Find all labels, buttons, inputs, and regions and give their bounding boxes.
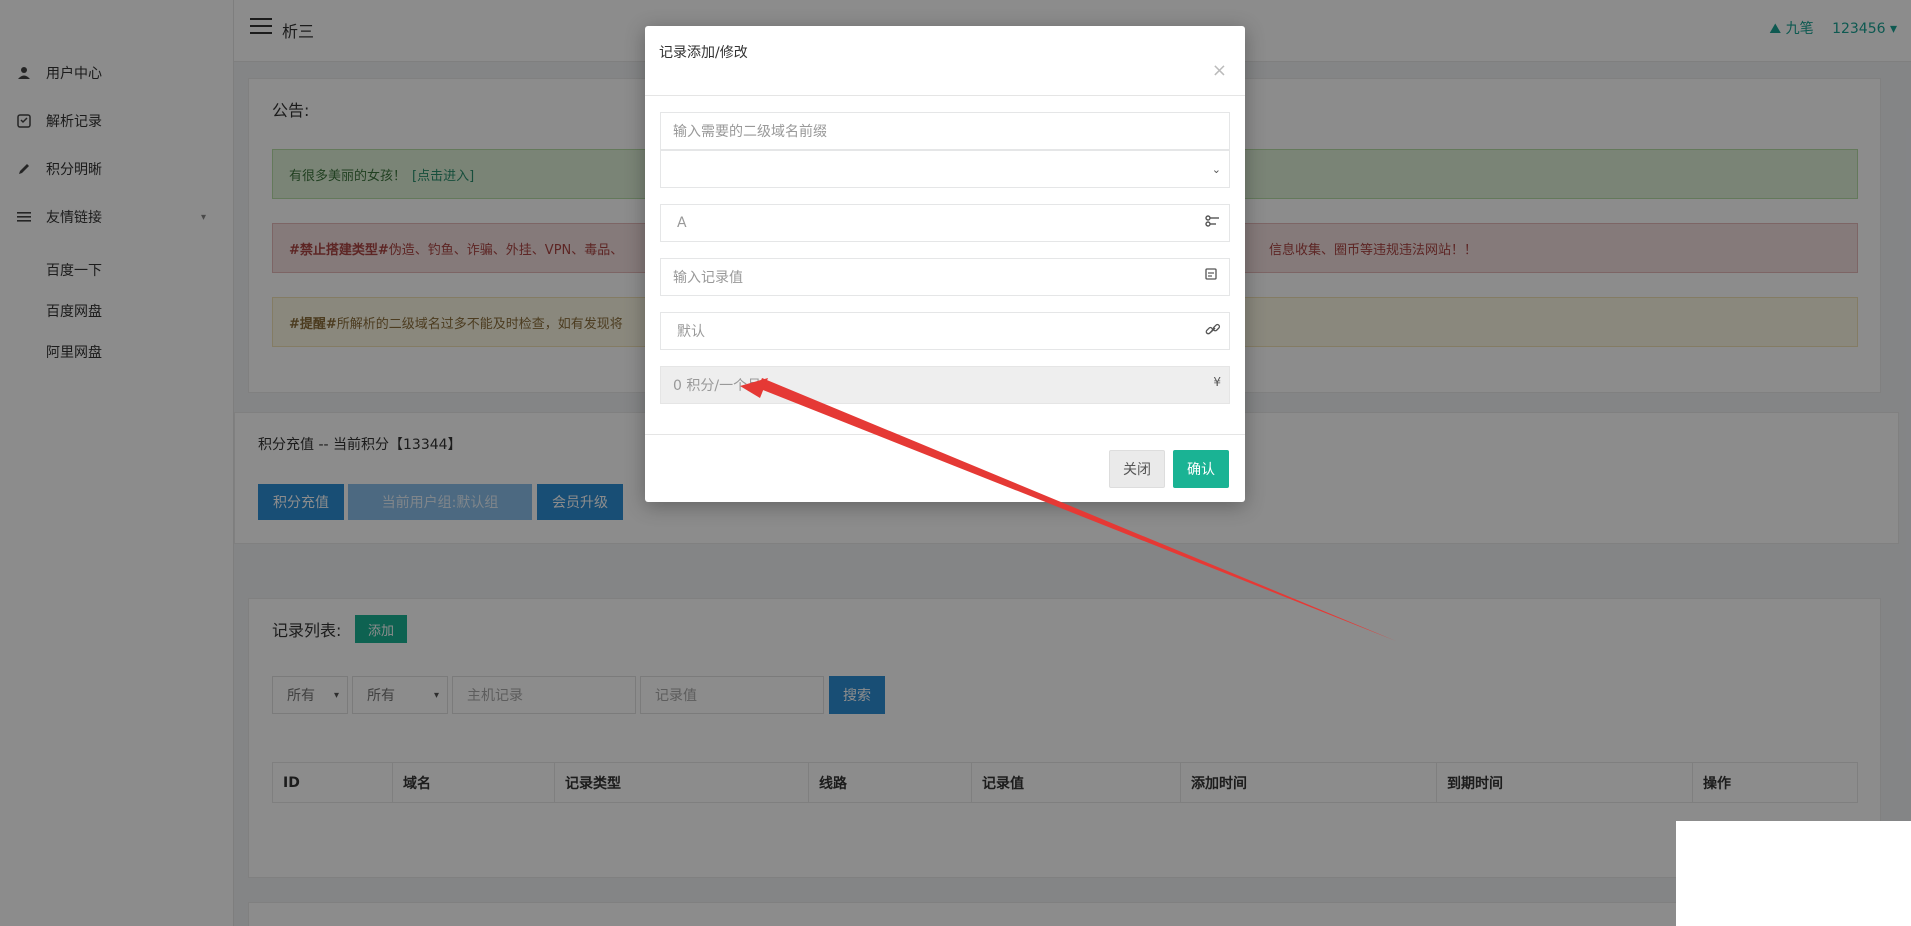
cost-value: 0 积分/一个月: [673, 378, 762, 394]
line-value: 默认: [677, 324, 705, 340]
subdomain-prefix-input[interactable]: 输入需要的二级域名前缀: [660, 112, 1230, 150]
yen-icon: ¥: [1213, 375, 1221, 389]
confirm-button[interactable]: 确认: [1173, 450, 1229, 488]
modal-divider: [645, 434, 1245, 435]
record-modal: 记录添加/修改 × 输入需要的二级域名前缀 ⌄ A 输入记录值 默认 0 积分/…: [645, 26, 1245, 502]
modal-header: 记录添加/修改 ×: [645, 26, 1245, 96]
close-icon[interactable]: ×: [1212, 62, 1227, 80]
record-value-field[interactable]: 输入记录值: [660, 258, 1230, 296]
record-type-value: A: [677, 215, 687, 231]
key-icon: [1205, 215, 1221, 230]
line-select[interactable]: 默认: [660, 312, 1230, 350]
domain-select[interactable]: ⌄: [660, 150, 1230, 188]
cost-field: 0 积分/一个月 ¥: [660, 366, 1230, 404]
chevron-down-icon: ⌄: [1211, 162, 1221, 176]
edit-icon: [1205, 268, 1217, 284]
blank-area: [1676, 821, 1911, 926]
link-icon: [1205, 323, 1221, 340]
close-button[interactable]: 关闭: [1109, 450, 1165, 488]
modal-title: 记录添加/修改: [659, 45, 748, 61]
record-type-select[interactable]: A: [660, 204, 1230, 242]
